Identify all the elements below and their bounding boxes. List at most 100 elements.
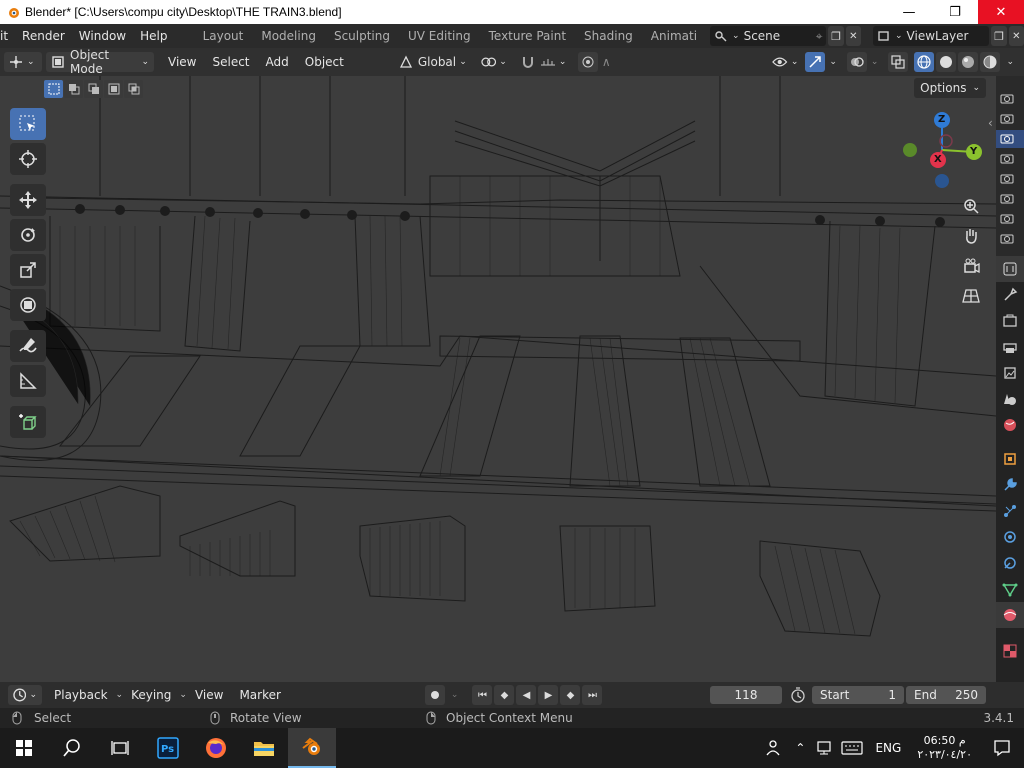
editor-type-dropdown[interactable]: ⌄ xyxy=(4,52,42,72)
scene-selector[interactable]: ⌄ Scene ⌖ xyxy=(710,26,827,46)
tool-measure[interactable] xyxy=(10,365,46,397)
tool-annotate[interactable] xyxy=(10,330,46,362)
tab-shading[interactable]: Shading xyxy=(575,29,642,43)
tool-properties-tab[interactable] xyxy=(996,282,1024,308)
start-frame-field[interactable]: Start 1 xyxy=(812,686,904,704)
xray-toggle-button[interactable] xyxy=(888,52,909,72)
menu-marker[interactable]: Marker xyxy=(231,688,288,702)
chevron-up-icon[interactable]: ⌃ xyxy=(787,741,813,755)
menu-add[interactable]: Add xyxy=(258,55,297,69)
camera-row-icon[interactable] xyxy=(1000,192,1014,207)
tab-texture-paint[interactable]: Texture Paint xyxy=(480,29,575,43)
notifications-button[interactable] xyxy=(980,739,1024,757)
remove-viewlayer-button[interactable]: ✕ xyxy=(1008,26,1024,46)
chevron-down-icon[interactable]: ⌄ xyxy=(871,57,879,67)
shading-wireframe-button[interactable] xyxy=(914,52,935,72)
task-view-button[interactable] xyxy=(96,728,144,768)
tab-animation[interactable]: Animati xyxy=(642,29,706,43)
tool-cursor[interactable] xyxy=(10,143,46,175)
input-language[interactable]: ENG xyxy=(875,741,901,755)
modifiers-tab[interactable] xyxy=(996,472,1024,498)
camera-view-button[interactable] xyxy=(959,254,983,278)
taskbar-file-explorer[interactable] xyxy=(240,728,288,768)
data-tab[interactable] xyxy=(996,576,1024,602)
menu-keying[interactable]: Keying xyxy=(123,688,179,702)
menu-help[interactable]: Help xyxy=(133,29,174,43)
camera-row-icon[interactable] xyxy=(1000,212,1014,227)
scene-tab[interactable] xyxy=(996,386,1024,412)
camera-row-icon[interactable] xyxy=(1000,232,1014,247)
shading-material-button[interactable] xyxy=(958,52,979,72)
taskbar-photoshop[interactable]: Ps xyxy=(144,728,192,768)
menu-playback[interactable]: Playback xyxy=(46,688,116,702)
collapse-sidebar-icon[interactable]: ‹ xyxy=(988,116,993,130)
camera-row-icon[interactable] xyxy=(1000,152,1014,167)
select-subtract-button[interactable] xyxy=(84,80,103,98)
pivot-dropdown[interactable]: ⌄ xyxy=(476,52,512,72)
taskbar-firefox[interactable] xyxy=(192,728,240,768)
select-extend-button[interactable] xyxy=(64,80,83,98)
menu-object[interactable]: Object xyxy=(297,55,352,69)
search-button[interactable] xyxy=(48,728,96,768)
gizmo-toggle-button[interactable] xyxy=(805,52,826,72)
visibility-dropdown[interactable]: ⌄ xyxy=(767,52,803,72)
current-frame-field[interactable]: 118 xyxy=(710,686,782,704)
output-tab[interactable] xyxy=(996,334,1024,360)
remove-scene-button[interactable]: ✕ xyxy=(845,26,861,46)
mode-dropdown[interactable]: Object Mode ⌄ xyxy=(46,48,154,76)
keyboard-icon[interactable] xyxy=(837,741,867,755)
camera-row-icon[interactable] xyxy=(1000,132,1014,147)
physics-tab[interactable] xyxy=(996,524,1024,550)
falloff-icon[interactable]: ∧ xyxy=(602,55,622,69)
new-scene-button[interactable]: ❐ xyxy=(828,26,844,46)
orientation-dropdown[interactable]: Global ⌄ xyxy=(394,52,472,72)
select-new-button[interactable] xyxy=(44,80,63,98)
scene-name[interactable]: Scene xyxy=(744,29,816,43)
texture-tab[interactable] xyxy=(996,638,1024,664)
material-tab[interactable] xyxy=(996,602,1024,628)
viewlayer-name[interactable]: ViewLayer xyxy=(907,29,986,43)
tool-rotate[interactable] xyxy=(10,219,46,251)
timeline-editor-type[interactable]: ⌄ xyxy=(8,685,42,705)
clock[interactable]: 06:50 م ٢٠٢٣/٠٤/٢٠ xyxy=(917,734,972,762)
new-viewlayer-button[interactable]: ❐ xyxy=(991,26,1007,46)
play-reverse-button[interactable]: ◀ xyxy=(516,685,537,705)
next-keyframe-button[interactable]: ◆ xyxy=(560,685,581,705)
viewlayer-selector[interactable]: ⌄ ViewLayer xyxy=(873,26,990,46)
tool-tab[interactable] xyxy=(996,256,1024,282)
tool-move[interactable] xyxy=(10,184,46,216)
prev-keyframe-button[interactable]: ◆ xyxy=(494,685,515,705)
tool-add-cube[interactable] xyxy=(10,406,46,438)
tool-transform[interactable] xyxy=(10,289,46,321)
people-icon[interactable] xyxy=(761,739,787,757)
zoom-button[interactable] xyxy=(959,194,983,218)
tab-uv-editing[interactable]: UV Editing xyxy=(399,29,480,43)
chevron-down-icon[interactable]: ⌄ xyxy=(451,690,459,700)
chevron-down-icon[interactable]: ⌄ xyxy=(829,57,837,67)
menu-window[interactable]: Window xyxy=(72,29,133,43)
tool-scale[interactable] xyxy=(10,254,46,286)
shading-solid-button[interactable] xyxy=(936,52,957,72)
tab-modeling[interactable]: Modeling xyxy=(252,29,325,43)
constraints-tab[interactable] xyxy=(996,550,1024,576)
tab-layout[interactable]: Layout xyxy=(194,29,253,43)
taskbar-blender[interactable] xyxy=(288,728,336,768)
stopwatch-icon[interactable] xyxy=(790,687,806,703)
menu-edit[interactable]: it xyxy=(0,29,15,43)
pin-icon[interactable]: ⌖ xyxy=(816,29,823,44)
end-frame-field[interactable]: End 250 xyxy=(906,686,986,704)
pan-button[interactable] xyxy=(959,224,983,248)
options-dropdown[interactable]: Options ⌄ xyxy=(914,78,986,98)
outliner-strip[interactable]: ‹ xyxy=(988,76,1024,256)
jump-start-button[interactable]: ⏮ xyxy=(472,685,493,705)
jump-end-button[interactable]: ⏭ xyxy=(582,685,603,705)
object-tab[interactable] xyxy=(996,446,1024,472)
menu-render[interactable]: Render xyxy=(15,29,72,43)
chevron-down-icon[interactable]: ⌄ xyxy=(179,690,187,700)
camera-row-icon[interactable] xyxy=(1000,172,1014,187)
menu-timeline-view[interactable]: View xyxy=(187,688,231,702)
start-button[interactable] xyxy=(0,728,48,768)
world-tab[interactable] xyxy=(996,412,1024,438)
maximize-button[interactable]: ❐ xyxy=(932,0,978,24)
minimize-button[interactable]: — xyxy=(886,0,932,24)
